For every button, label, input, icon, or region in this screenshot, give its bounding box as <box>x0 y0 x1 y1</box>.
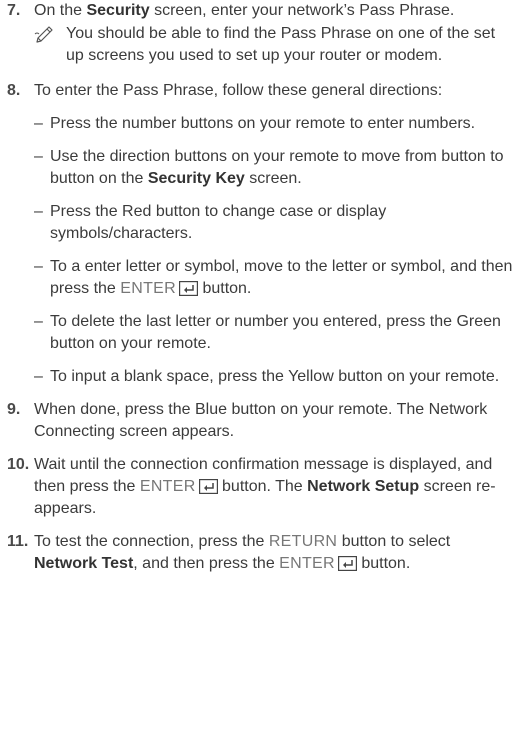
list-item: – To a enter letter or symbol, move to t… <box>34 256 517 300</box>
step-text: To test the connection, press the RETURN… <box>34 533 451 572</box>
step-text: Wait until the connection confirmation m… <box>34 456 496 517</box>
bullet-dash: – <box>34 368 43 385</box>
enter-key-icon <box>198 479 218 494</box>
step-8: 8. To enter the Pass Phrase, follow thes… <box>7 80 517 388</box>
list-item: – Use the direction buttons on your remo… <box>34 146 517 190</box>
step-number: 10. <box>7 456 30 473</box>
note: You should be able to find the Pass Phra… <box>34 23 517 67</box>
enter-button-label: ENTER <box>139 478 196 495</box>
pencil-note-icon <box>34 26 53 43</box>
step-text: On the Security screen, enter your netwo… <box>34 2 455 19</box>
note-text: You should be able to find the Pass Phra… <box>66 25 496 64</box>
step-11: 11. To test the connection, press the RE… <box>7 531 517 575</box>
bullet-dash: – <box>34 115 43 132</box>
step-number: 7. <box>7 2 21 19</box>
directions-list: – Press the number buttons on your remot… <box>34 113 517 388</box>
step-text: To enter the Pass Phrase, follow these g… <box>34 82 443 99</box>
step-text: When done, press the Blue button on your… <box>34 401 488 440</box>
list-item: – Press the number buttons on your remot… <box>34 113 517 135</box>
list-item-text: To a enter letter or symbol, move to the… <box>50 258 513 297</box>
list-item-text: To input a blank space, press the Yellow… <box>50 368 500 385</box>
step-10: 10. Wait until the connection confirmati… <box>7 454 517 520</box>
bullet-dash: – <box>34 203 43 220</box>
security-key-label: Security Key <box>147 170 245 187</box>
step-9: 9. When done, press the Blue button on y… <box>7 399 517 443</box>
security-screen-label: Security <box>86 2 150 19</box>
list-item-text: Press the number buttons on your remote … <box>50 115 476 132</box>
return-button-label: RETURN <box>268 533 338 550</box>
bullet-dash: – <box>34 148 43 165</box>
step-number: 9. <box>7 401 21 418</box>
list-item-text: To delete the last letter or number you … <box>50 313 501 352</box>
step-7: 7. On the Security screen, enter your ne… <box>7 0 517 67</box>
enter-key-icon <box>337 556 357 571</box>
list-item: – To input a blank space, press the Yell… <box>34 366 517 388</box>
bullet-dash: – <box>34 313 43 330</box>
list-item-text: Press the Red button to change case or d… <box>50 203 387 242</box>
list-item: – To delete the last letter or number yo… <box>34 311 517 355</box>
step-number: 8. <box>7 82 21 99</box>
bullet-dash: – <box>34 258 43 275</box>
network-test-label: Network Test <box>34 555 134 572</box>
step-number: 11. <box>7 533 29 550</box>
network-setup-label: Network Setup <box>307 478 420 495</box>
manual-page: 7. On the Security screen, enter your ne… <box>0 0 531 752</box>
list-item: – Press the Red button to change case or… <box>34 201 517 245</box>
enter-button-label: ENTER <box>120 280 176 297</box>
enter-key-icon <box>179 281 198 296</box>
list-item-text: Use the direction buttons on your remote… <box>50 148 504 187</box>
enter-button-label: ENTER <box>279 555 335 572</box>
